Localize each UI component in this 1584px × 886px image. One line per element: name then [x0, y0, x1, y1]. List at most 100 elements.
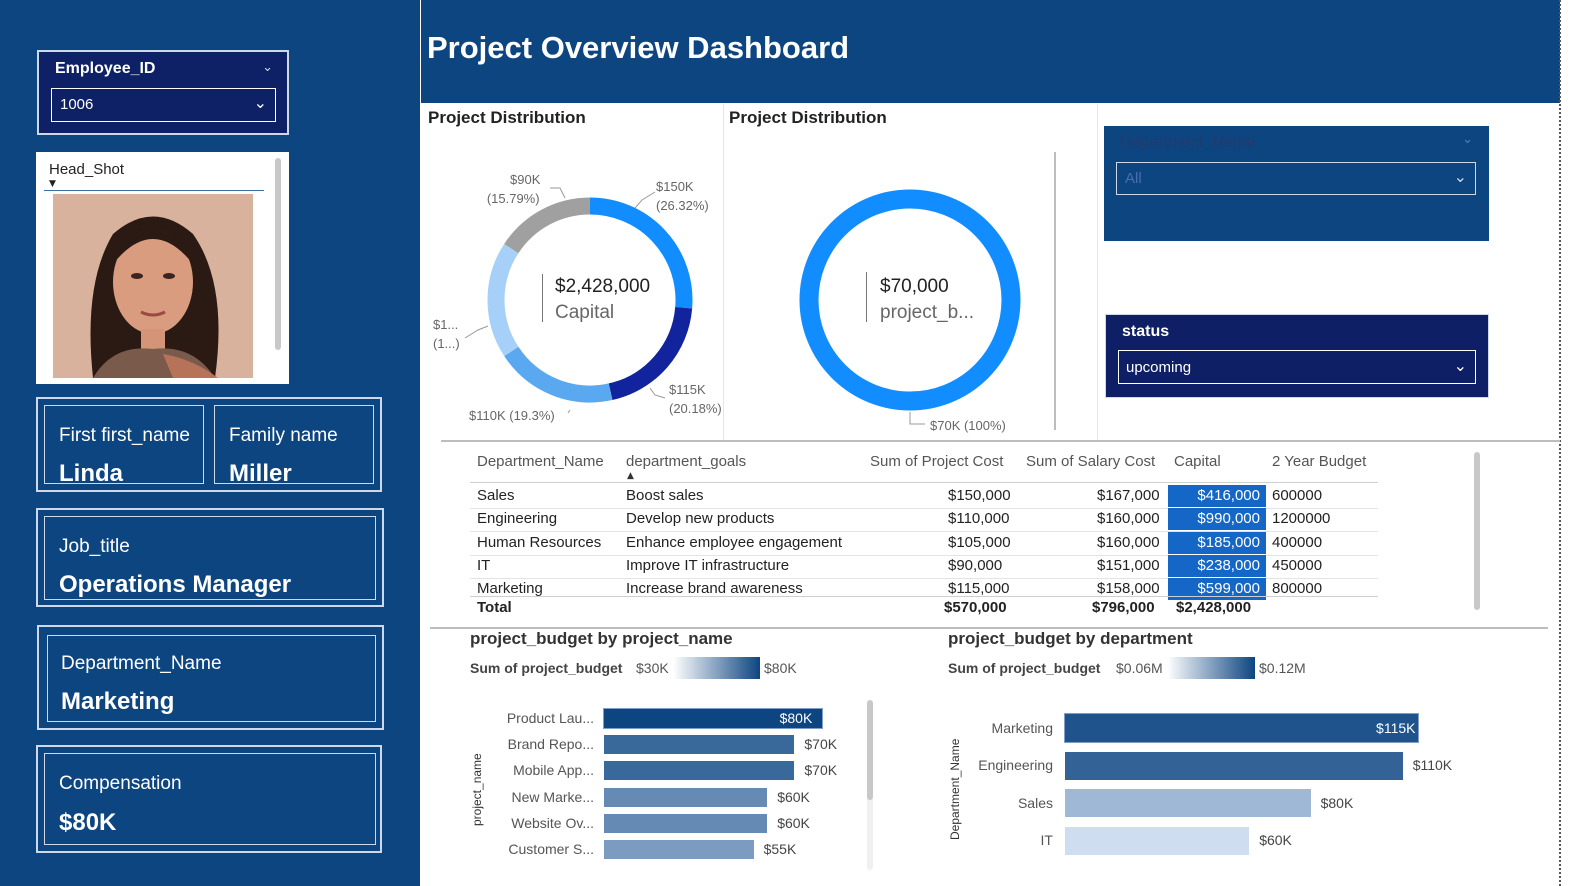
employee-photo — [53, 194, 253, 378]
employee-id-dropdown[interactable]: 1006 ⌄ — [51, 88, 276, 122]
chevron-down-icon[interactable]: ⌄ — [254, 93, 267, 113]
department-card: Department_Name Marketing — [37, 625, 384, 730]
bar-value-label: $80K — [779, 710, 813, 726]
cell-salary-cost: $158,000 — [1097, 580, 1160, 597]
bar[interactable] — [604, 813, 768, 833]
bar[interactable] — [1065, 751, 1403, 780]
headshot-scrollbar[interactable] — [275, 158, 281, 350]
cell-salary-cost: $151,000 — [1097, 557, 1160, 574]
total-project-cost: $570,000 — [944, 599, 1007, 616]
bar1-scroll-track[interactable] — [867, 700, 873, 870]
leader-line — [567, 409, 571, 414]
chevron-down-icon[interactable]: ⌄ — [1454, 167, 1467, 187]
cell-capital: $185,000 — [1168, 532, 1266, 554]
compensation-card: Compensation $80K — [36, 745, 382, 853]
donut1-label-90k: $90K (15.79%) — [486, 170, 541, 208]
department-slicer[interactable]: Department_Name ⌄ All ⌄ — [1104, 126, 1489, 241]
chevron-down-icon[interactable]: ⌄ — [1462, 132, 1473, 147]
department-value: Marketing — [61, 688, 175, 715]
employee-id-slicer[interactable]: Employee_ID ⌄ 1006 ⌄ — [37, 50, 289, 135]
cell-2yr-budget: 400000 — [1272, 534, 1323, 551]
cell-project-cost: $115,000 — [948, 580, 1010, 597]
bar-value-label: $60K — [1259, 832, 1292, 848]
department-slicer-title: Department_Name — [1120, 134, 1256, 151]
cell-2yr-budget: 450000 — [1272, 557, 1323, 574]
cell-goal: Boost sales — [626, 487, 704, 504]
sort-ascending-icon[interactable]: ▲ — [627, 471, 634, 481]
bar[interactable] — [1063, 713, 1420, 743]
bar-value-label: $60K — [777, 788, 810, 805]
bar-value-label: $80K — [1320, 794, 1354, 811]
table-scrollbar[interactable] — [1474, 452, 1480, 610]
donut-slice[interactable] — [504, 197, 591, 254]
donut1-center-value: $2,428,000 — [555, 276, 651, 297]
panel-divider — [1097, 104, 1098, 440]
total-capital: $2,428,000 — [1176, 599, 1252, 616]
status-slicer-title: status — [1122, 323, 1170, 340]
label-line-1: $1... — [433, 317, 459, 332]
page-edge — [1559, 0, 1561, 886]
headshot-visual: Head_Shot ▼ — [36, 152, 289, 384]
col-header-2yr-budget[interactable]: 2 Year Budget — [1272, 453, 1366, 470]
label-line-2: (1...) — [433, 336, 460, 351]
bar-category-label: Website Ov... — [511, 814, 594, 831]
department-dropdown-value: All — [1125, 170, 1142, 187]
cell-salary-cost: $167,000 — [1097, 487, 1160, 504]
cell-department: Engineering — [477, 510, 558, 527]
total-line — [470, 596, 1378, 597]
page-title: Project Overview Dashboard — [427, 30, 850, 65]
chevron-down-icon[interactable]: ⌄ — [1454, 356, 1467, 376]
total-salary-cost: $796,000 — [1092, 599, 1155, 616]
bar[interactable] — [1065, 789, 1311, 817]
bar-value-label: $55K — [763, 841, 797, 857]
headshot-title: Head_Shot — [49, 161, 125, 178]
cell-goal: Develop new products — [626, 510, 775, 527]
compensation-label: Compensation — [59, 773, 182, 794]
col-header-capital[interactable]: Capital — [1174, 453, 1221, 470]
cell-salary-cost: $160,000 — [1097, 534, 1160, 551]
leader-line — [464, 325, 489, 339]
first-name-value: Linda — [59, 460, 123, 487]
cell-capital: $990,000 — [1168, 508, 1266, 530]
section-divider — [441, 440, 1560, 442]
col-header-goals[interactable]: department_goals — [626, 453, 746, 470]
cell-goal: Increase brand awareness — [626, 580, 803, 597]
donut-slice[interactable] — [799, 189, 1021, 411]
donut2-scrollbar[interactable] — [1054, 152, 1056, 430]
center-divider — [866, 272, 867, 322]
department-dropdown[interactable]: All ⌄ — [1116, 162, 1476, 195]
col-header-project-cost[interactable]: Sum of Project Cost — [870, 453, 1003, 470]
bar[interactable] — [604, 761, 795, 781]
col-header-department[interactable]: Department_Name — [477, 453, 604, 470]
job-title-value: Operations Manager — [59, 571, 292, 598]
total-label: Total — [477, 599, 512, 616]
donut2-center-label: project_b... — [880, 302, 974, 323]
status-dropdown[interactable]: upcoming ⌄ — [1118, 350, 1476, 384]
bar[interactable] — [604, 735, 795, 755]
label-line-1: $90K — [510, 172, 541, 187]
label-line-1: $150K — [656, 179, 694, 194]
chevron-down-icon[interactable]: ⌄ — [262, 60, 273, 75]
center-divider — [542, 274, 543, 322]
family-name-value: Miller — [229, 460, 292, 487]
donut2-label: $70K (100%) — [930, 418, 1006, 433]
cell-2yr-budget: 800000 — [1272, 580, 1323, 597]
cell-salary-cost: $160,000 — [1097, 510, 1160, 527]
status-slicer[interactable]: status upcoming ⌄ — [1105, 314, 1489, 398]
sort-arrow-icon[interactable]: ▼ — [49, 179, 56, 189]
donut-slice[interactable] — [487, 243, 519, 357]
cell-capital: $238,000 — [1168, 555, 1266, 577]
col-header-salary-cost[interactable]: Sum of Salary Cost — [1026, 453, 1155, 470]
donut-slice[interactable] — [504, 346, 613, 403]
bar1-scroll-thumb[interactable] — [867, 700, 873, 800]
donut2-chart[interactable] — [760, 150, 1060, 450]
leader-line — [550, 187, 566, 199]
cell-goal: Improve IT infrastructure — [626, 557, 790, 574]
leader-line — [634, 191, 656, 209]
bar[interactable] — [1065, 826, 1250, 855]
bar[interactable] — [604, 787, 768, 807]
sidebar: Employee_ID ⌄ 1006 ⌄ Head_Shot ▼ First f… — [0, 0, 420, 886]
bar[interactable] — [604, 840, 754, 859]
bar2-legend-title: Sum of project_budget — [948, 660, 1101, 676]
bar1-color-legend — [673, 657, 760, 679]
